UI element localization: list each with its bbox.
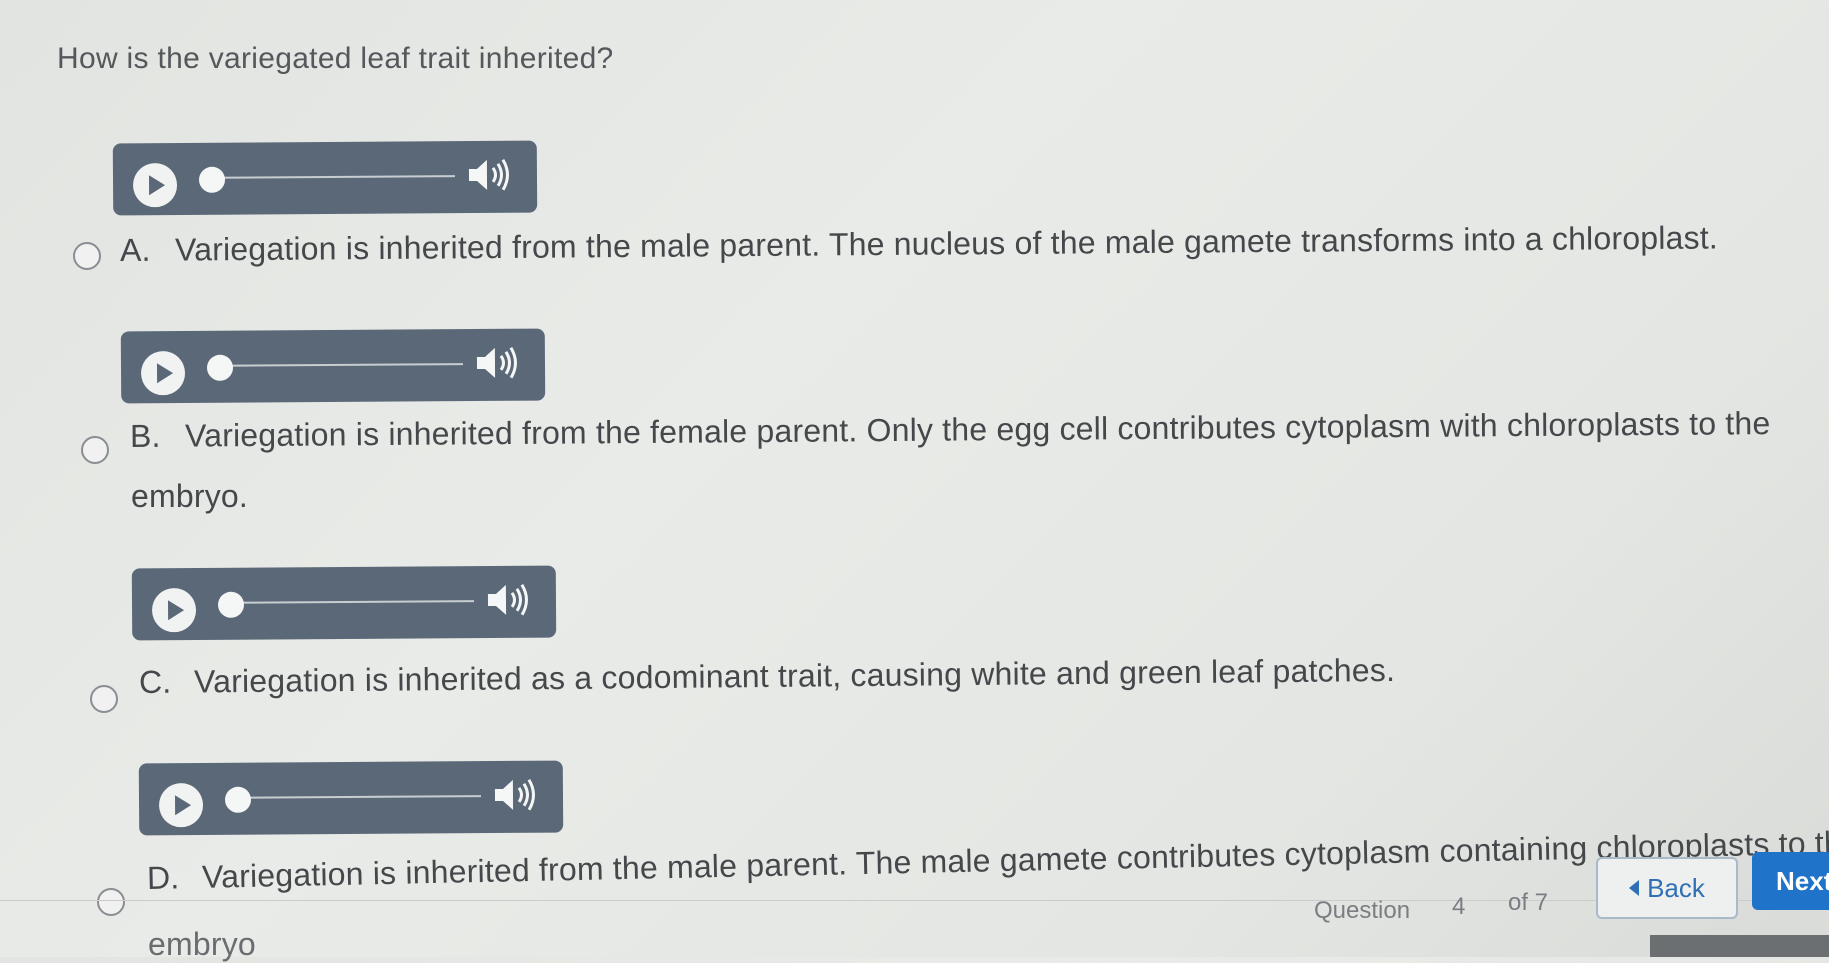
question-label: Question <box>1314 897 1411 924</box>
question-number: 4 <box>1452 893 1466 920</box>
radio-option-c[interactable] <box>90 685 118 713</box>
option-b-label: Variegation is inherited from the female… <box>184 405 1771 454</box>
option-a-letter: A. <box>119 231 151 268</box>
option-a-label: Variegation is inherited from the male p… <box>174 219 1719 268</box>
audio-track[interactable] <box>231 600 474 604</box>
volume-icon[interactable] <box>486 580 534 620</box>
footer-divider <box>0 900 1829 901</box>
audio-scrub-knob[interactable] <box>224 786 252 813</box>
option-c-label: Variegation is inherited as a codominant… <box>193 651 1396 700</box>
option-b-letter: B. <box>129 417 161 454</box>
volume-icon[interactable] <box>493 775 541 815</box>
audio-track[interactable] <box>220 363 463 367</box>
audio-player-a <box>112 140 538 216</box>
bottom-edge-strip <box>1650 935 1829 957</box>
option-b-text[interactable]: B. Variegation is inherited from the fema… <box>130 405 1771 455</box>
option-d-continuation: embryo <box>148 926 256 962</box>
audio-player-b <box>120 328 546 404</box>
option-d-letter: D. <box>146 859 180 896</box>
option-d-text[interactable]: D. Variegation is inherited from the male… <box>147 824 1829 897</box>
option-a-text[interactable]: A. Variegation is inherited from the male… <box>120 219 1718 269</box>
play-icon[interactable] <box>151 588 197 633</box>
option-c-text[interactable]: C. Variegation is inherited as a codomina… <box>139 652 1395 701</box>
audio-player-c <box>131 565 557 641</box>
next-button-label: Next <box>1776 865 1829 896</box>
caret-left-icon <box>1629 880 1640 896</box>
play-icon[interactable] <box>140 351 186 396</box>
question-total: of 7 <box>1508 889 1549 916</box>
audio-track[interactable] <box>238 795 481 799</box>
radio-option-d[interactable] <box>97 888 125 916</box>
play-icon[interactable] <box>132 163 178 208</box>
back-button[interactable]: Back <box>1596 857 1738 919</box>
question-title: How is the variegated leaf trait inherit… <box>57 42 614 75</box>
option-d-label: Variegation is inherited from the male p… <box>201 824 1829 895</box>
radio-option-a[interactable] <box>73 242 101 270</box>
audio-track[interactable] <box>212 175 455 179</box>
option-b-continuation: embryo. <box>131 478 248 514</box>
back-button-label: Back <box>1647 872 1705 903</box>
audio-scrub-knob[interactable] <box>198 166 226 193</box>
next-button[interactable]: Next <box>1752 852 1829 910</box>
audio-scrub-knob[interactable] <box>206 354 234 381</box>
audio-player-d <box>138 760 564 836</box>
play-icon[interactable] <box>158 783 204 828</box>
volume-icon[interactable] <box>467 155 515 195</box>
volume-icon[interactable] <box>475 343 523 383</box>
radio-option-b[interactable] <box>81 436 109 464</box>
audio-scrub-knob[interactable] <box>217 591 245 618</box>
option-c-letter: C. <box>138 663 172 700</box>
